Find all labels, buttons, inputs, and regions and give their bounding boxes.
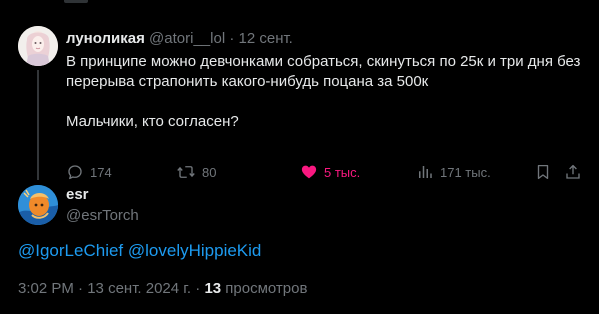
- bookmark-icon: [537, 164, 549, 180]
- share-icon: [566, 164, 580, 179]
- tweet-meta: 3:02 PM · 13 сент. 2024 г. · 13 просмотр…: [18, 280, 307, 298]
- avatar-image: [18, 185, 58, 225]
- like-button[interactable]: 5 тыс.: [300, 162, 360, 182]
- tweet-text-line: Мальчики, кто согласен?: [66, 113, 239, 130]
- separator: ·: [229, 30, 235, 47]
- previous-tweet-edge: [64, 0, 88, 3]
- views-count: 13: [204, 280, 222, 297]
- bookmark-button[interactable]: [534, 162, 552, 182]
- avatar[interactable]: [18, 185, 58, 225]
- reply-button[interactable]: 174: [66, 162, 112, 182]
- reply-count: 174: [90, 164, 112, 180]
- mention-link[interactable]: @lovelyHippieKid: [128, 241, 262, 260]
- tweet-date[interactable]: 12 сент.: [239, 30, 293, 47]
- views-count: 171 тыс.: [440, 164, 491, 180]
- views-button[interactable]: 171 тыс.: [416, 162, 491, 182]
- display-name[interactable]: esr: [66, 186, 89, 203]
- reply-icon: [68, 165, 82, 180]
- tweet-time[interactable]: 3:02 PM: [18, 280, 74, 297]
- retweet-count: 80: [202, 164, 217, 180]
- tweet-text: В принципе можно девчонками собраться, с…: [66, 52, 586, 132]
- views-icon: [419, 166, 432, 178]
- parent-tweet[interactable]: луноликая @atori__lol · 12 сент. В принц…: [0, 18, 599, 180]
- retweet-button[interactable]: 80: [176, 162, 216, 182]
- avatar-image: [18, 26, 58, 66]
- heart-icon: [301, 165, 317, 179]
- retweet-icon: [177, 166, 195, 178]
- mention-link[interactable]: @IgorLeChief: [18, 241, 123, 260]
- tweet-text: @IgorLeChief @lovelyHippieKid: [18, 240, 261, 262]
- tweet-date[interactable]: 13 сент. 2024 г.: [87, 280, 191, 297]
- tweet-header: луноликая @atori__lol · 12 сент.: [66, 30, 293, 48]
- handle[interactable]: @atori__lol: [149, 30, 225, 47]
- like-count: 5 тыс.: [324, 164, 361, 180]
- thread-line: [37, 70, 39, 180]
- separator: ·: [78, 280, 84, 297]
- share-button[interactable]: [564, 162, 582, 182]
- tweet-text-line: В принципе можно девчонками собраться, с…: [66, 53, 581, 90]
- views-label: просмотров: [225, 280, 308, 297]
- display-name[interactable]: луноликая: [66, 30, 145, 47]
- separator: ·: [195, 280, 201, 297]
- handle[interactable]: @esrTorch: [66, 207, 139, 224]
- action-bar: 174 80 5 тыс. 171 тыс.: [66, 162, 586, 182]
- avatar[interactable]: [18, 26, 58, 66]
